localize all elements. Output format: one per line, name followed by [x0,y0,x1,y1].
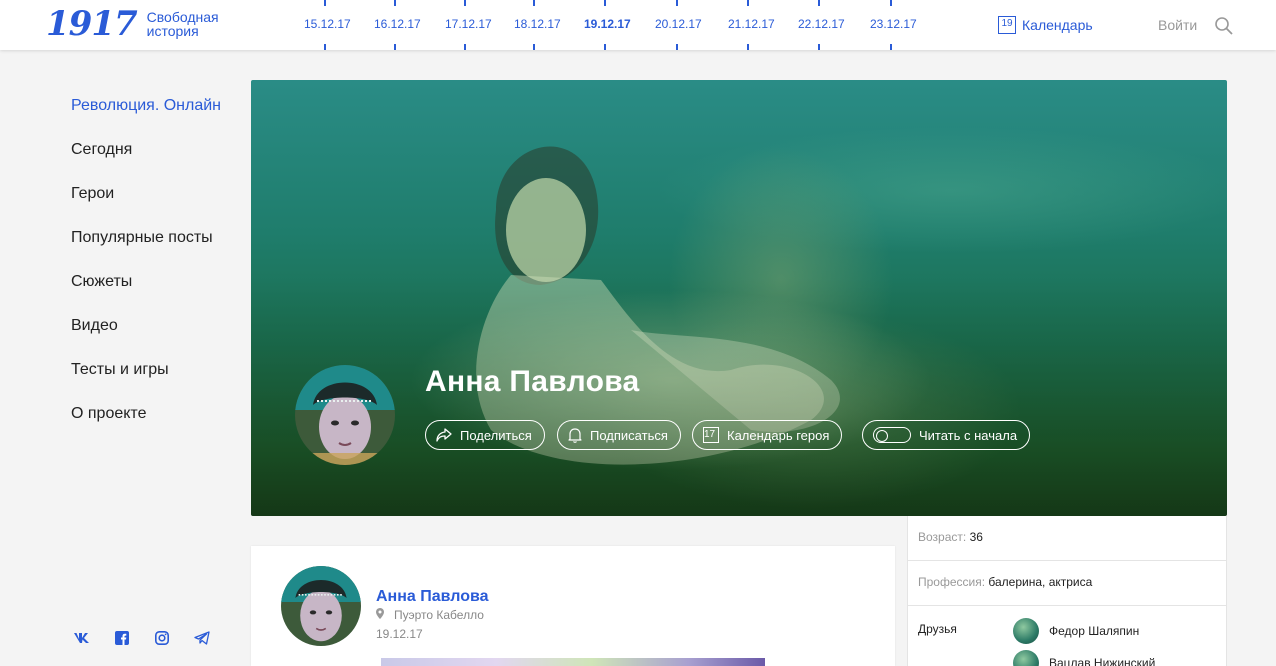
subscribe-label: Подписаться [590,427,668,443]
instagram-icon[interactable] [152,628,172,648]
hero-banner: Анна Павлова Поделиться Подписаться 17 К… [251,80,1227,516]
profession-label: Профессия: [918,575,986,589]
date-link[interactable]: 16.12.17 [374,17,421,31]
avatar [1013,650,1039,666]
calendar-icon: 17 [703,427,719,443]
date-link[interactable]: 15.12.17 [304,17,351,31]
calendar-icon: 19 [998,16,1016,34]
date-tick [533,44,535,50]
bell-icon [568,427,582,443]
date-tick [324,44,326,50]
sidebar-item-revolution-online[interactable]: Революция. Онлайн [71,96,221,140]
friend-name: Федор Шаляпин [1049,624,1140,638]
age-value: 36 [969,530,983,544]
calendar-link[interactable]: 19 Календарь [998,16,1093,34]
location-pin-icon [376,608,384,622]
date-tick [464,0,466,6]
profession-value: балерина, актриса [988,575,1093,589]
date-tick [394,44,396,50]
hero-overlay [251,80,1227,516]
friend-name: Вацлав Нижинский [1049,656,1156,666]
vk-icon[interactable] [72,628,92,648]
share-label: Поделиться [460,427,532,443]
date-link[interactable]: 20.12.17 [655,17,702,31]
hero-calendar-button[interactable]: 17 Календарь героя [692,420,843,450]
date-tick [604,0,606,6]
post-avatar[interactable] [281,566,361,646]
friend-link[interactable]: Федор Шаляпин [1013,618,1139,644]
date-tick [890,0,892,6]
date-link[interactable]: 21.12.17 [728,17,775,31]
info-friends: Друзья Федор Шаляпин Вацлав Нижинский [908,606,1226,666]
date-tick [818,0,820,6]
date-tick [464,44,466,50]
post-date: 19.12.17 [376,627,423,641]
info-age: Возраст: 36 [908,516,1226,561]
logo-text: Свободная история [147,10,219,38]
date-link[interactable]: 22.12.17 [798,17,845,31]
date-tick [533,0,535,6]
subscribe-button[interactable]: Подписаться [557,420,681,450]
sidebar-item-about[interactable]: О проекте [71,404,221,448]
date-link[interactable]: 23.12.17 [870,17,917,31]
logo-line2: история [146,23,199,39]
avatar [1013,618,1039,644]
date-tick [890,44,892,50]
read-from-start-toggle[interactable]: Читать с начала [862,420,1031,450]
sidebar-nav: Революция. Онлайн Сегодня Герои Популярн… [71,96,221,448]
sidebar-item-video[interactable]: Видео [71,316,221,360]
date-tick [676,44,678,50]
date-link[interactable]: 17.12.17 [445,17,492,31]
logo-number: 1917 [46,4,138,44]
sidebar-item-today[interactable]: Сегодня [71,140,221,184]
post-image [381,658,765,666]
age-label: Возраст: [918,530,967,544]
hero-title: Анна Павлова [425,365,640,398]
date-link-active[interactable]: 19.12.17 [584,17,631,31]
post-location: Пуэрто Кабелло [376,608,484,622]
hero-avatar [295,365,395,465]
date-tick [324,0,326,6]
date-tick [604,44,606,50]
post-author-link[interactable]: Анна Павлова [376,588,489,606]
date-tick [394,0,396,6]
share-icon [436,428,452,442]
search-icon[interactable] [1214,16,1234,36]
hero-info-panel: Возраст: 36 Профессия: балерина, актриса… [907,516,1227,666]
toggle-switch-icon [873,427,911,443]
sidebar-item-tests-games[interactable]: Тесты и игры [71,360,221,404]
read-from-start-label: Читать с начала [919,427,1018,443]
sidebar-item-popular-posts[interactable]: Популярные посты [71,228,221,272]
social-links [72,628,212,648]
post-card: Анна Павлова Пуэрто Кабелло 19.12.17 [251,546,895,666]
facebook-icon[interactable] [112,628,132,648]
site-logo[interactable]: 1917 Свободная история [46,4,219,44]
sidebar-item-heroes[interactable]: Герои [71,184,221,228]
top-header: 1917 Свободная история 15.12.17 16.12.17… [0,0,1276,50]
login-link[interactable]: Войти [1158,17,1197,33]
date-tick [818,44,820,50]
info-profession: Профессия: балерина, актриса [908,561,1226,606]
date-link[interactable]: 18.12.17 [514,17,561,31]
location-text: Пуэрто Кабелло [394,608,484,622]
friend-link[interactable]: Вацлав Нижинский [1013,650,1155,666]
date-tick [747,0,749,6]
calendar-label: Календарь [1022,17,1093,33]
hero-calendar-label: Календарь героя [727,427,830,443]
sidebar-item-stories[interactable]: Сюжеты [71,272,221,316]
date-tick [676,0,678,6]
date-tick [747,44,749,50]
telegram-icon[interactable] [192,628,212,648]
share-button[interactable]: Поделиться [425,420,545,450]
friends-label: Друзья [918,622,957,636]
